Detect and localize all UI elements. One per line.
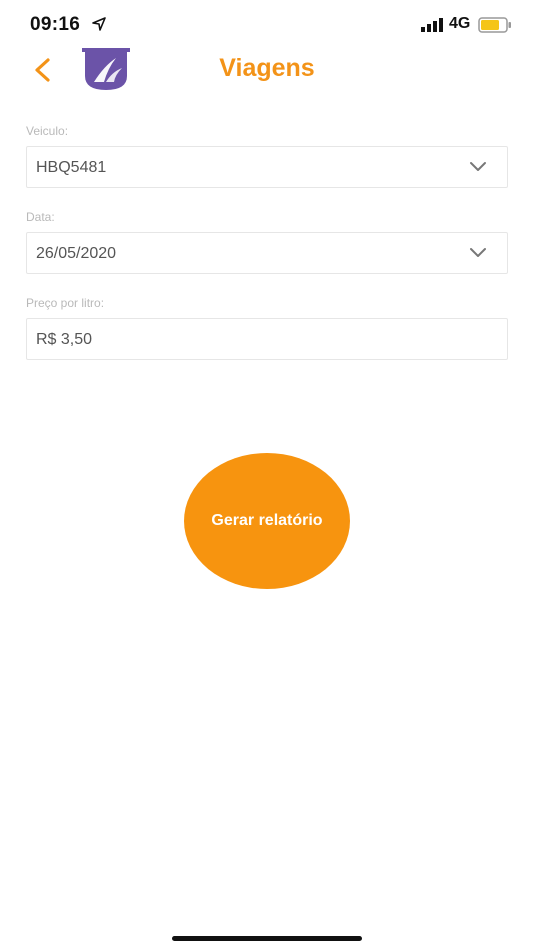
price-value: R$ 3,50 bbox=[36, 331, 93, 348]
date-select[interactable]: 26/05/2020 bbox=[26, 232, 508, 274]
price-input[interactable]: R$ 3,50 bbox=[26, 318, 508, 360]
generate-report-label: Gerar relatório bbox=[211, 512, 323, 529]
page-title: Viagens bbox=[219, 54, 315, 82]
network-label: 4G bbox=[449, 15, 471, 32]
vehicle-value: HBQ5481 bbox=[36, 159, 107, 176]
price-label: Preço por litro: bbox=[26, 296, 105, 310]
status-time: 09:16 bbox=[30, 14, 81, 35]
battery-icon bbox=[478, 17, 511, 33]
date-value: 26/05/2020 bbox=[36, 245, 117, 262]
generate-report-button[interactable]: Gerar relatório bbox=[184, 453, 350, 589]
vehicle-select[interactable]: HBQ5481 bbox=[26, 146, 508, 188]
chevron-down-icon bbox=[470, 248, 486, 257]
status-bar: 09:16 4G bbox=[0, 0, 534, 52]
location-arrow-icon bbox=[92, 17, 106, 31]
signal-icon bbox=[421, 18, 443, 32]
date-label: Data: bbox=[26, 210, 55, 224]
home-indicator[interactable] bbox=[172, 936, 362, 941]
nav-bar: Viagens bbox=[0, 48, 534, 92]
vehicle-label: Veiculo: bbox=[26, 124, 69, 138]
chevron-down-icon bbox=[470, 162, 486, 171]
report-form: Veiculo: HBQ5481 Data: 26/05/2020 Preço … bbox=[26, 124, 508, 360]
